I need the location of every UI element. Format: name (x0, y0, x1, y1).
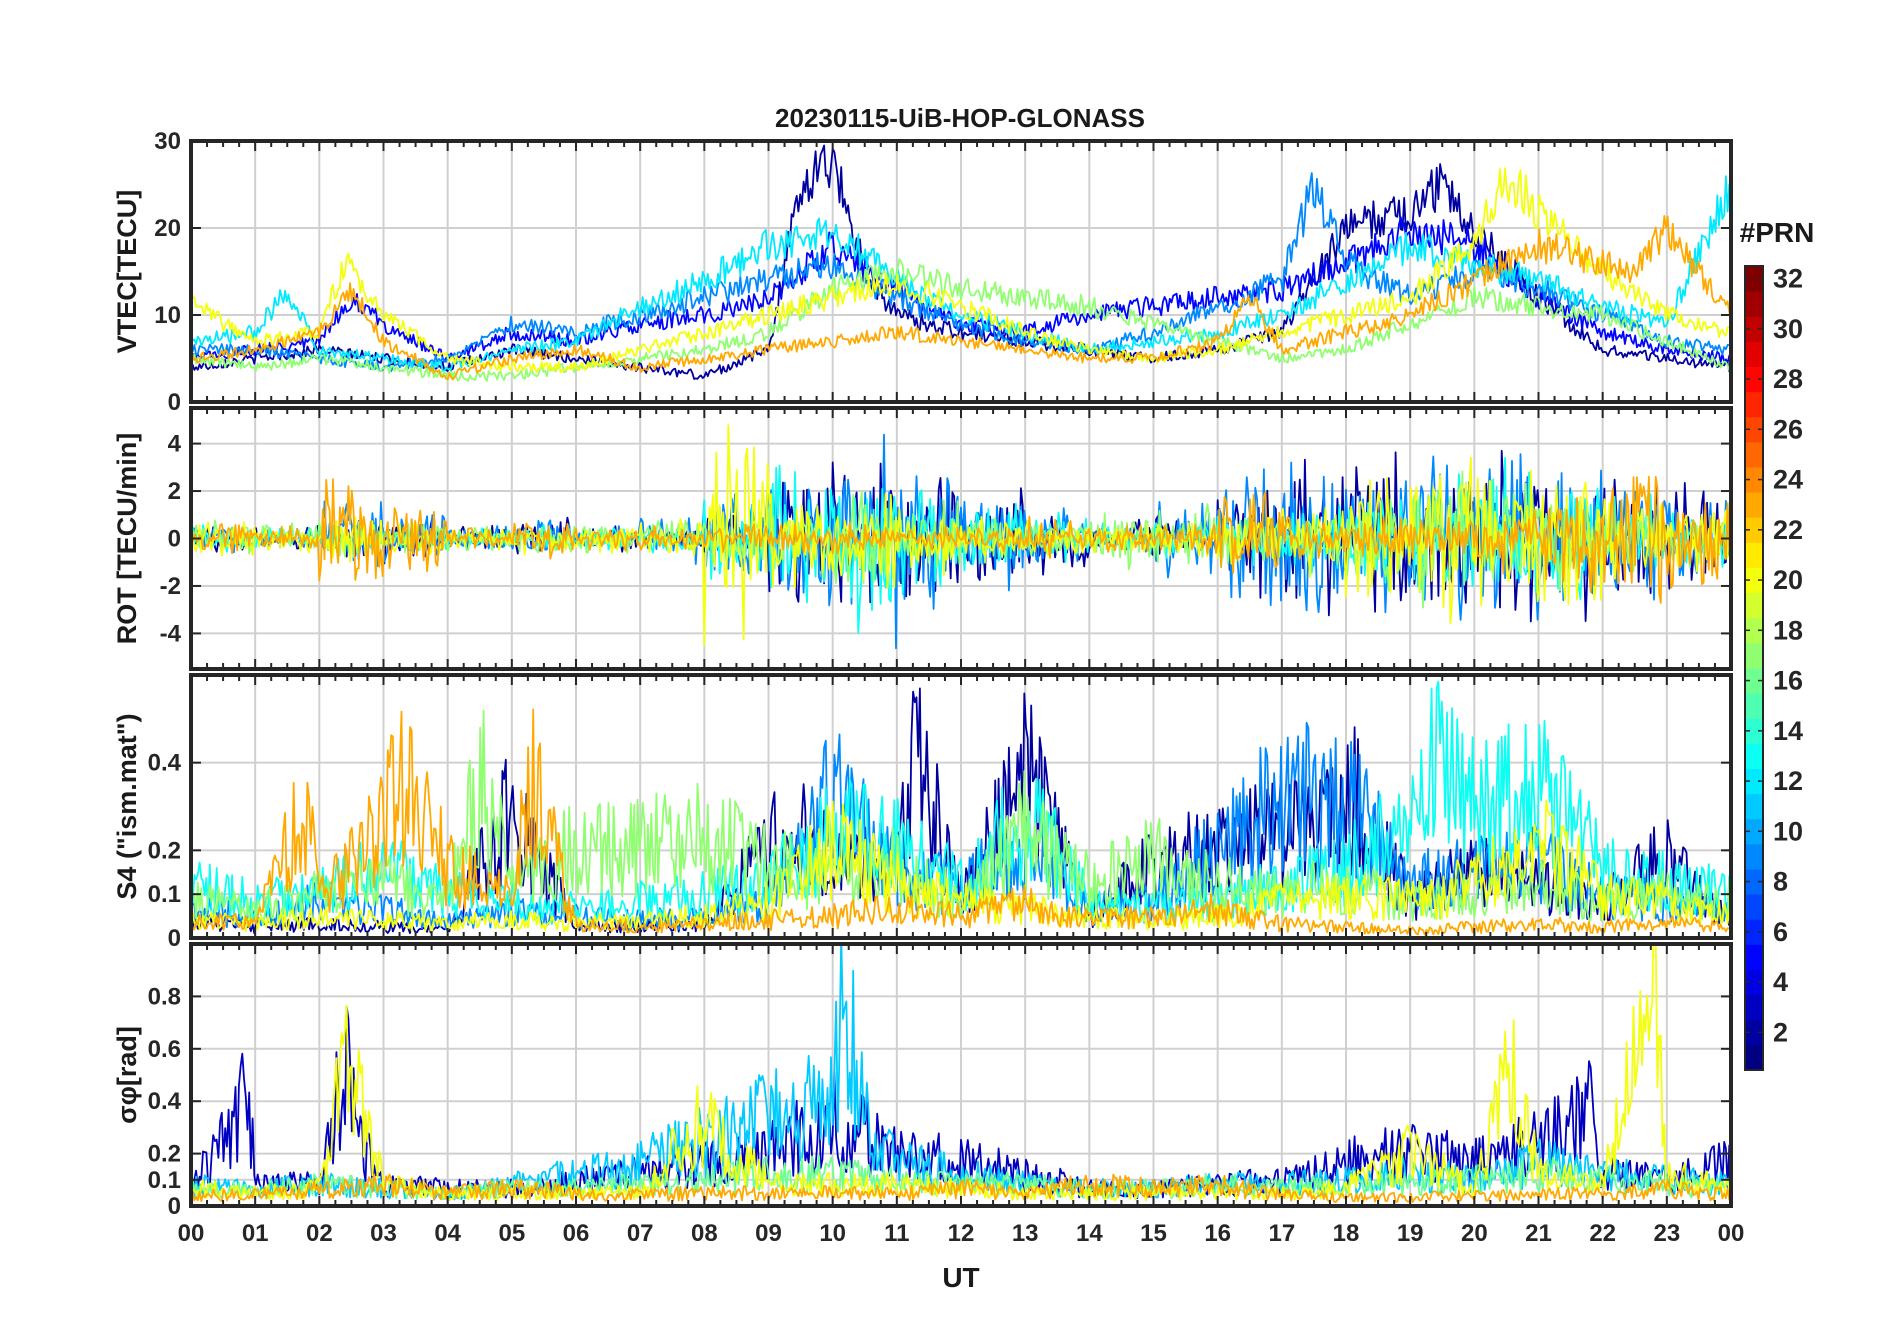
y-axis-label: VTEC[TECU] (112, 190, 142, 354)
y-axis-label: σφ[rad] (112, 1026, 142, 1124)
y-tick-label: 0 (168, 925, 181, 952)
colorbar-band (1745, 793, 1763, 820)
colorbar-title: #PRN (1740, 217, 1815, 248)
x-tick-label: 13 (1012, 1220, 1039, 1247)
colorbar-tick-label: 32 (1773, 264, 1803, 294)
x-tick-label: 21 (1525, 1220, 1552, 1247)
x-tick-label: 11 (884, 1220, 909, 1247)
colorbar-tick-label: 18 (1773, 615, 1803, 645)
colorbar-band (1745, 843, 1763, 870)
colorbar-band (1745, 441, 1763, 468)
colorbar-band (1745, 391, 1763, 418)
colorbar-band (1745, 1044, 1763, 1071)
y-tick-label: 0.6 (148, 1036, 181, 1063)
x-tick-label: 08 (691, 1220, 718, 1247)
x-axis-label: UT (942, 1262, 979, 1293)
y-tick-label: 0.2 (148, 837, 181, 864)
y-tick-label: 0.1 (148, 881, 181, 908)
y-tick-label: 30 (154, 128, 181, 155)
colorbar: #PRN 2468101214161820222426283032 (1740, 217, 1815, 1071)
colorbar-band (1745, 944, 1763, 970)
x-tick-label: 07 (627, 1220, 654, 1247)
x-axis: 00 01 02 03 04 05 06 07 08 09 10 11 12 13 14 15 16 17 18 19… (178, 1220, 1745, 1247)
colorbar-band (1745, 291, 1763, 317)
x-tick-label: 09 (755, 1220, 782, 1247)
colorbar-tick-label: 28 (1773, 364, 1803, 394)
colorbar-tick-label: 24 (1773, 465, 1803, 495)
colorbar-band (1745, 642, 1763, 669)
colorbar-tick-label: 30 (1773, 314, 1803, 344)
colorbar-tick-label: 16 (1773, 666, 1803, 696)
chart-title: 20230115-UiB-HOP-GLONASS (775, 103, 1145, 133)
y-tick-label: 0.4 (148, 1088, 182, 1115)
x-tick-label: 00 (178, 1220, 205, 1247)
colorbar-tick-label: 14 (1773, 716, 1803, 746)
y-tick-label: 0 (168, 389, 181, 416)
y-axis-label: S4 ("ism.mat") (112, 713, 142, 899)
x-tick-label: 10 (819, 1220, 846, 1247)
colorbar-band (1745, 542, 1763, 568)
colorbar-tick-label: 10 (1773, 816, 1803, 846)
x-tick-label: 02 (306, 1220, 333, 1247)
colorbar-tick-label: 2 (1773, 1017, 1788, 1047)
x-tick-label: 00 (1718, 1220, 1745, 1247)
colorbar-tick-label: 8 (1773, 867, 1788, 897)
y-tick-label: 0.8 (148, 983, 181, 1010)
colorbar-band (1745, 743, 1763, 769)
figure: 20230115-UiB-HOP-GLONASS 0102030VTEC[TEC… (112, 103, 1815, 1293)
x-tick-label: 14 (1076, 1220, 1103, 1247)
y-tick-label: 4 (168, 431, 182, 458)
x-tick-label: 01 (242, 1220, 269, 1247)
x-tick-label: 12 (948, 1220, 975, 1247)
panel-3: 0 0.1 0.2 0.4S4 ("ism.mat") (112, 673, 1733, 952)
colorbar-tick-label: 12 (1773, 766, 1803, 796)
y-tick-label: 10 (154, 302, 181, 329)
x-tick-label: 15 (1140, 1220, 1167, 1247)
x-tick-label: 18 (1333, 1220, 1360, 1247)
colorbar-tick-label: 26 (1773, 414, 1803, 444)
panels-group: 0102030VTEC[TECU]-4-2024ROT [TECU/min]00… (112, 128, 1733, 1220)
x-tick-label: 22 (1589, 1220, 1616, 1247)
y-axis-label: ROT [TECU/min] (112, 433, 142, 644)
x-tick-label: 06 (563, 1220, 590, 1247)
y-tick-label: -2 (160, 573, 181, 600)
colorbar-band (1745, 341, 1763, 367)
y-tick-label: 0 (168, 526, 181, 553)
panel-2: -4 -2 0 2 4 ROT [TECU/min] (112, 406, 1733, 671)
panel-4: 00.10.2 0.4 0.6 0.8σφ[rad] (112, 942, 1733, 1220)
x-tick-label: 19 (1397, 1220, 1424, 1247)
x-tick-label: 16 (1204, 1220, 1231, 1247)
x-tick-label: 03 (370, 1220, 397, 1247)
colorbar-band (1745, 592, 1763, 619)
colorbar-tick-label: 20 (1773, 565, 1803, 595)
colorbar-tick-label: 22 (1773, 515, 1803, 545)
x-tick-label: 05 (498, 1220, 525, 1247)
y-tick-label: 20 (154, 215, 181, 242)
colorbar-band (1745, 994, 1763, 1021)
x-tick-label: 23 (1653, 1220, 1680, 1247)
x-tick-label: 04 (434, 1220, 461, 1247)
x-tick-label: 20 (1461, 1220, 1488, 1247)
colorbar-band (1745, 492, 1763, 518)
y-tick-label: 2 (168, 478, 181, 505)
y-tick-label: 0 (168, 1193, 181, 1220)
colorbar-band (1745, 894, 1763, 920)
x-tick-label: 17 (1268, 1220, 1295, 1247)
panel-1: 0 10 20 30 VTEC[TECU] (112, 128, 1733, 416)
y-tick-label: 0.2 (148, 1141, 181, 1168)
y-tick-label: 0.1 (148, 1167, 181, 1194)
colorbar-band (1745, 693, 1763, 719)
colorbar-tick-label: 6 (1773, 917, 1788, 947)
colorbar-tick-label: 4 (1773, 967, 1788, 997)
y-tick-label: -4 (160, 620, 182, 647)
y-tick-label: 0.4 (148, 750, 182, 777)
